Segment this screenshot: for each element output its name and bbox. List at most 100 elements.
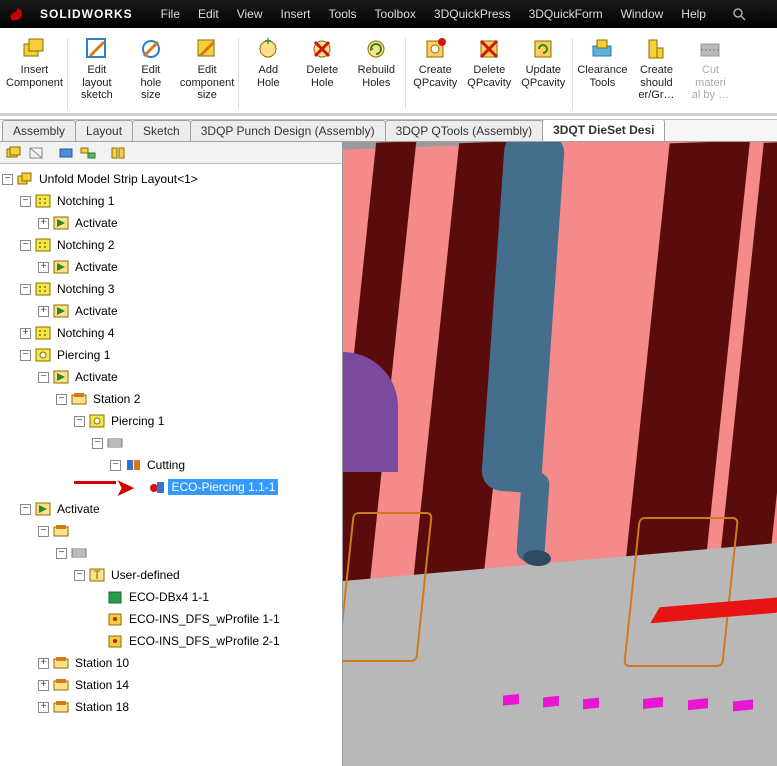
tree-expand-icon[interactable]: +: [38, 218, 49, 229]
tree-expand-icon[interactable]: −: [20, 196, 31, 207]
tab-layout[interactable]: Layout: [75, 120, 133, 141]
tree-item[interactable]: + Notching 4: [2, 322, 340, 344]
tree-expand-icon[interactable]: +: [38, 702, 49, 713]
tree-expand-icon[interactable]: −: [56, 548, 67, 559]
tree-expand-icon[interactable]: +: [20, 328, 31, 339]
tree-item[interactable]: −Notching 3: [2, 278, 340, 300]
menu-insert[interactable]: Insert: [273, 4, 319, 24]
create-qpcavity-icon: [422, 36, 448, 62]
panel-hide-icon[interactable]: [26, 144, 46, 162]
panel-display-icon[interactable]: [56, 144, 76, 162]
tree-item[interactable]: −Notching 2: [2, 234, 340, 256]
tree-item[interactable]: ECO-DBx4 1-1: [2, 586, 340, 608]
tab-3dqt-dieset-desi[interactable]: 3DQT DieSet Desi: [542, 119, 665, 141]
ribbon-clearance-tools[interactable]: Clearance Tools: [575, 32, 629, 119]
menu-edit[interactable]: Edit: [190, 4, 227, 24]
tree-item-label: Cutting: [144, 457, 188, 473]
tree-cut-icon: [124, 457, 142, 473]
panel-config-icon[interactable]: [108, 144, 128, 162]
ribbon-edit-layout-sketch[interactable]: Edit layout sketch: [70, 32, 124, 119]
app-brand: SOLIDWORKS: [40, 7, 133, 21]
search-icon[interactable]: [732, 7, 746, 21]
tree-item[interactable]: ECO-INS_DFS_wProfile 1-1: [2, 608, 340, 630]
tree-expand-icon[interactable]: −: [38, 372, 49, 383]
tree-item[interactable]: −TUser-defined: [2, 564, 340, 586]
tree-expand-icon[interactable]: −: [74, 570, 85, 581]
ribbon-edit-component-size[interactable]: Edit component size: [178, 32, 236, 119]
menu-3dquickpress[interactable]: 3DQuickPress: [426, 4, 519, 24]
callout-arrowhead-icon: ➤: [116, 475, 134, 501]
ribbon-create-qpcavity[interactable]: Create QPcavity: [408, 32, 462, 119]
tree-item[interactable]: + Station 10: [2, 652, 340, 674]
ribbon-label: Edit layout sketch: [81, 64, 113, 102]
tree-expand-icon[interactable]: −: [20, 504, 31, 515]
tree-item[interactable]: −Unfold Model Strip Layout<1>: [2, 168, 340, 190]
tree-item[interactable]: −: [2, 520, 340, 542]
tree-item[interactable]: − Cutting: [2, 454, 340, 476]
tree-expand-icon[interactable]: −: [56, 394, 67, 405]
menu-window[interactable]: Window: [613, 4, 672, 24]
tree-comp-yel-icon: [106, 633, 124, 649]
tree-expand-icon[interactable]: +: [38, 680, 49, 691]
main-menu: FileEditViewInsertToolsToolbox3DQuickPre…: [153, 4, 714, 24]
tree-expand-icon[interactable]: −: [38, 526, 49, 537]
tree-item[interactable]: +Station 18: [2, 696, 340, 718]
tree-expand-icon[interactable]: −: [20, 284, 31, 295]
tree-item[interactable]: −Notching 1: [2, 190, 340, 212]
ribbon-rebuild-holes[interactable]: Rebuild Holes: [349, 32, 403, 119]
ribbon-add-hole[interactable]: +Add Hole: [241, 32, 295, 119]
tree-item[interactable]: +Activate: [2, 212, 340, 234]
tree-item-label: Station 10: [72, 655, 132, 671]
tree-expand-icon[interactable]: −: [20, 350, 31, 361]
menu-3dquickform[interactable]: 3DQuickForm: [521, 4, 611, 24]
callout-arrow-icon: [74, 481, 116, 484]
app-logo: [8, 5, 26, 23]
tree-item[interactable]: −Piercing 1: [2, 344, 340, 366]
tree-item[interactable]: −Piercing 1: [2, 410, 340, 432]
tree-item[interactable]: − Activate: [2, 498, 340, 520]
tree-item[interactable]: −Activate: [2, 366, 340, 388]
menu-view[interactable]: View: [229, 4, 271, 24]
tree-expand-icon[interactable]: −: [20, 240, 31, 251]
tree-comp-yel-icon: [106, 611, 124, 627]
menu-toolbox[interactable]: Toolbox: [367, 4, 424, 24]
tree-item[interactable]: ➤ECO-Piercing 1.1-1: [2, 476, 340, 498]
tab-sketch[interactable]: Sketch: [132, 120, 191, 141]
tree-item-label: Notching 4: [54, 325, 117, 341]
tree-expand-icon[interactable]: +: [38, 262, 49, 273]
tree-station-icon: [52, 699, 70, 715]
tree-item-label: Activate: [72, 303, 121, 319]
ribbon-delete-qpcavity[interactable]: Delete QPcavity: [462, 32, 516, 119]
tree-expand-icon[interactable]: −: [110, 460, 121, 471]
tree-item[interactable]: + Activate: [2, 300, 340, 322]
ribbon-insert-component[interactable]: Insert Component: [4, 32, 65, 119]
ribbon-create-shoulder[interactable]: Create should er/Gr…: [629, 32, 683, 119]
tree-expand-icon[interactable]: +: [38, 306, 49, 317]
tree-item[interactable]: ECO-INS_DFS_wProfile 2-1: [2, 630, 340, 652]
tab-3dqp-qtools-assembly-[interactable]: 3DQP QTools (Assembly): [385, 120, 543, 141]
panel-assembly-icon[interactable]: [4, 144, 24, 162]
tree-expand-icon[interactable]: −: [2, 174, 13, 185]
menu-help[interactable]: Help: [673, 4, 714, 24]
tree-item[interactable]: +Activate: [2, 256, 340, 278]
tree-item[interactable]: −Station 2: [2, 388, 340, 410]
menu-tools[interactable]: Tools: [321, 4, 365, 24]
panel-filter-icon[interactable]: [78, 144, 98, 162]
tree-none-icon: [70, 545, 88, 561]
tree-expand-icon[interactable]: +: [38, 658, 49, 669]
feature-tree[interactable]: −Unfold Model Strip Layout<1>−Notching 1…: [0, 164, 342, 766]
graphics-viewport[interactable]: [343, 142, 777, 766]
menu-file[interactable]: File: [153, 4, 188, 24]
ribbon-edit-hole-size[interactable]: Edit hole size: [124, 32, 178, 119]
tab-3dqp-punch-design-assembly-[interactable]: 3DQP Punch Design (Assembly): [190, 120, 386, 141]
tab-assembly[interactable]: Assembly: [2, 120, 76, 141]
tree-expand-icon[interactable]: −: [92, 438, 103, 449]
ribbon-delete-hole[interactable]: Delete Hole: [295, 32, 349, 119]
ribbon-update-qpcavity[interactable]: Update QPcavity: [516, 32, 570, 119]
tree-expand-icon[interactable]: −: [74, 416, 85, 427]
tree-item[interactable]: +Station 14: [2, 674, 340, 696]
tree-notch-icon: [34, 325, 52, 341]
tree-item[interactable]: −: [2, 432, 340, 454]
tree-item-label: Activate: [54, 501, 103, 517]
tree-item[interactable]: −: [2, 542, 340, 564]
